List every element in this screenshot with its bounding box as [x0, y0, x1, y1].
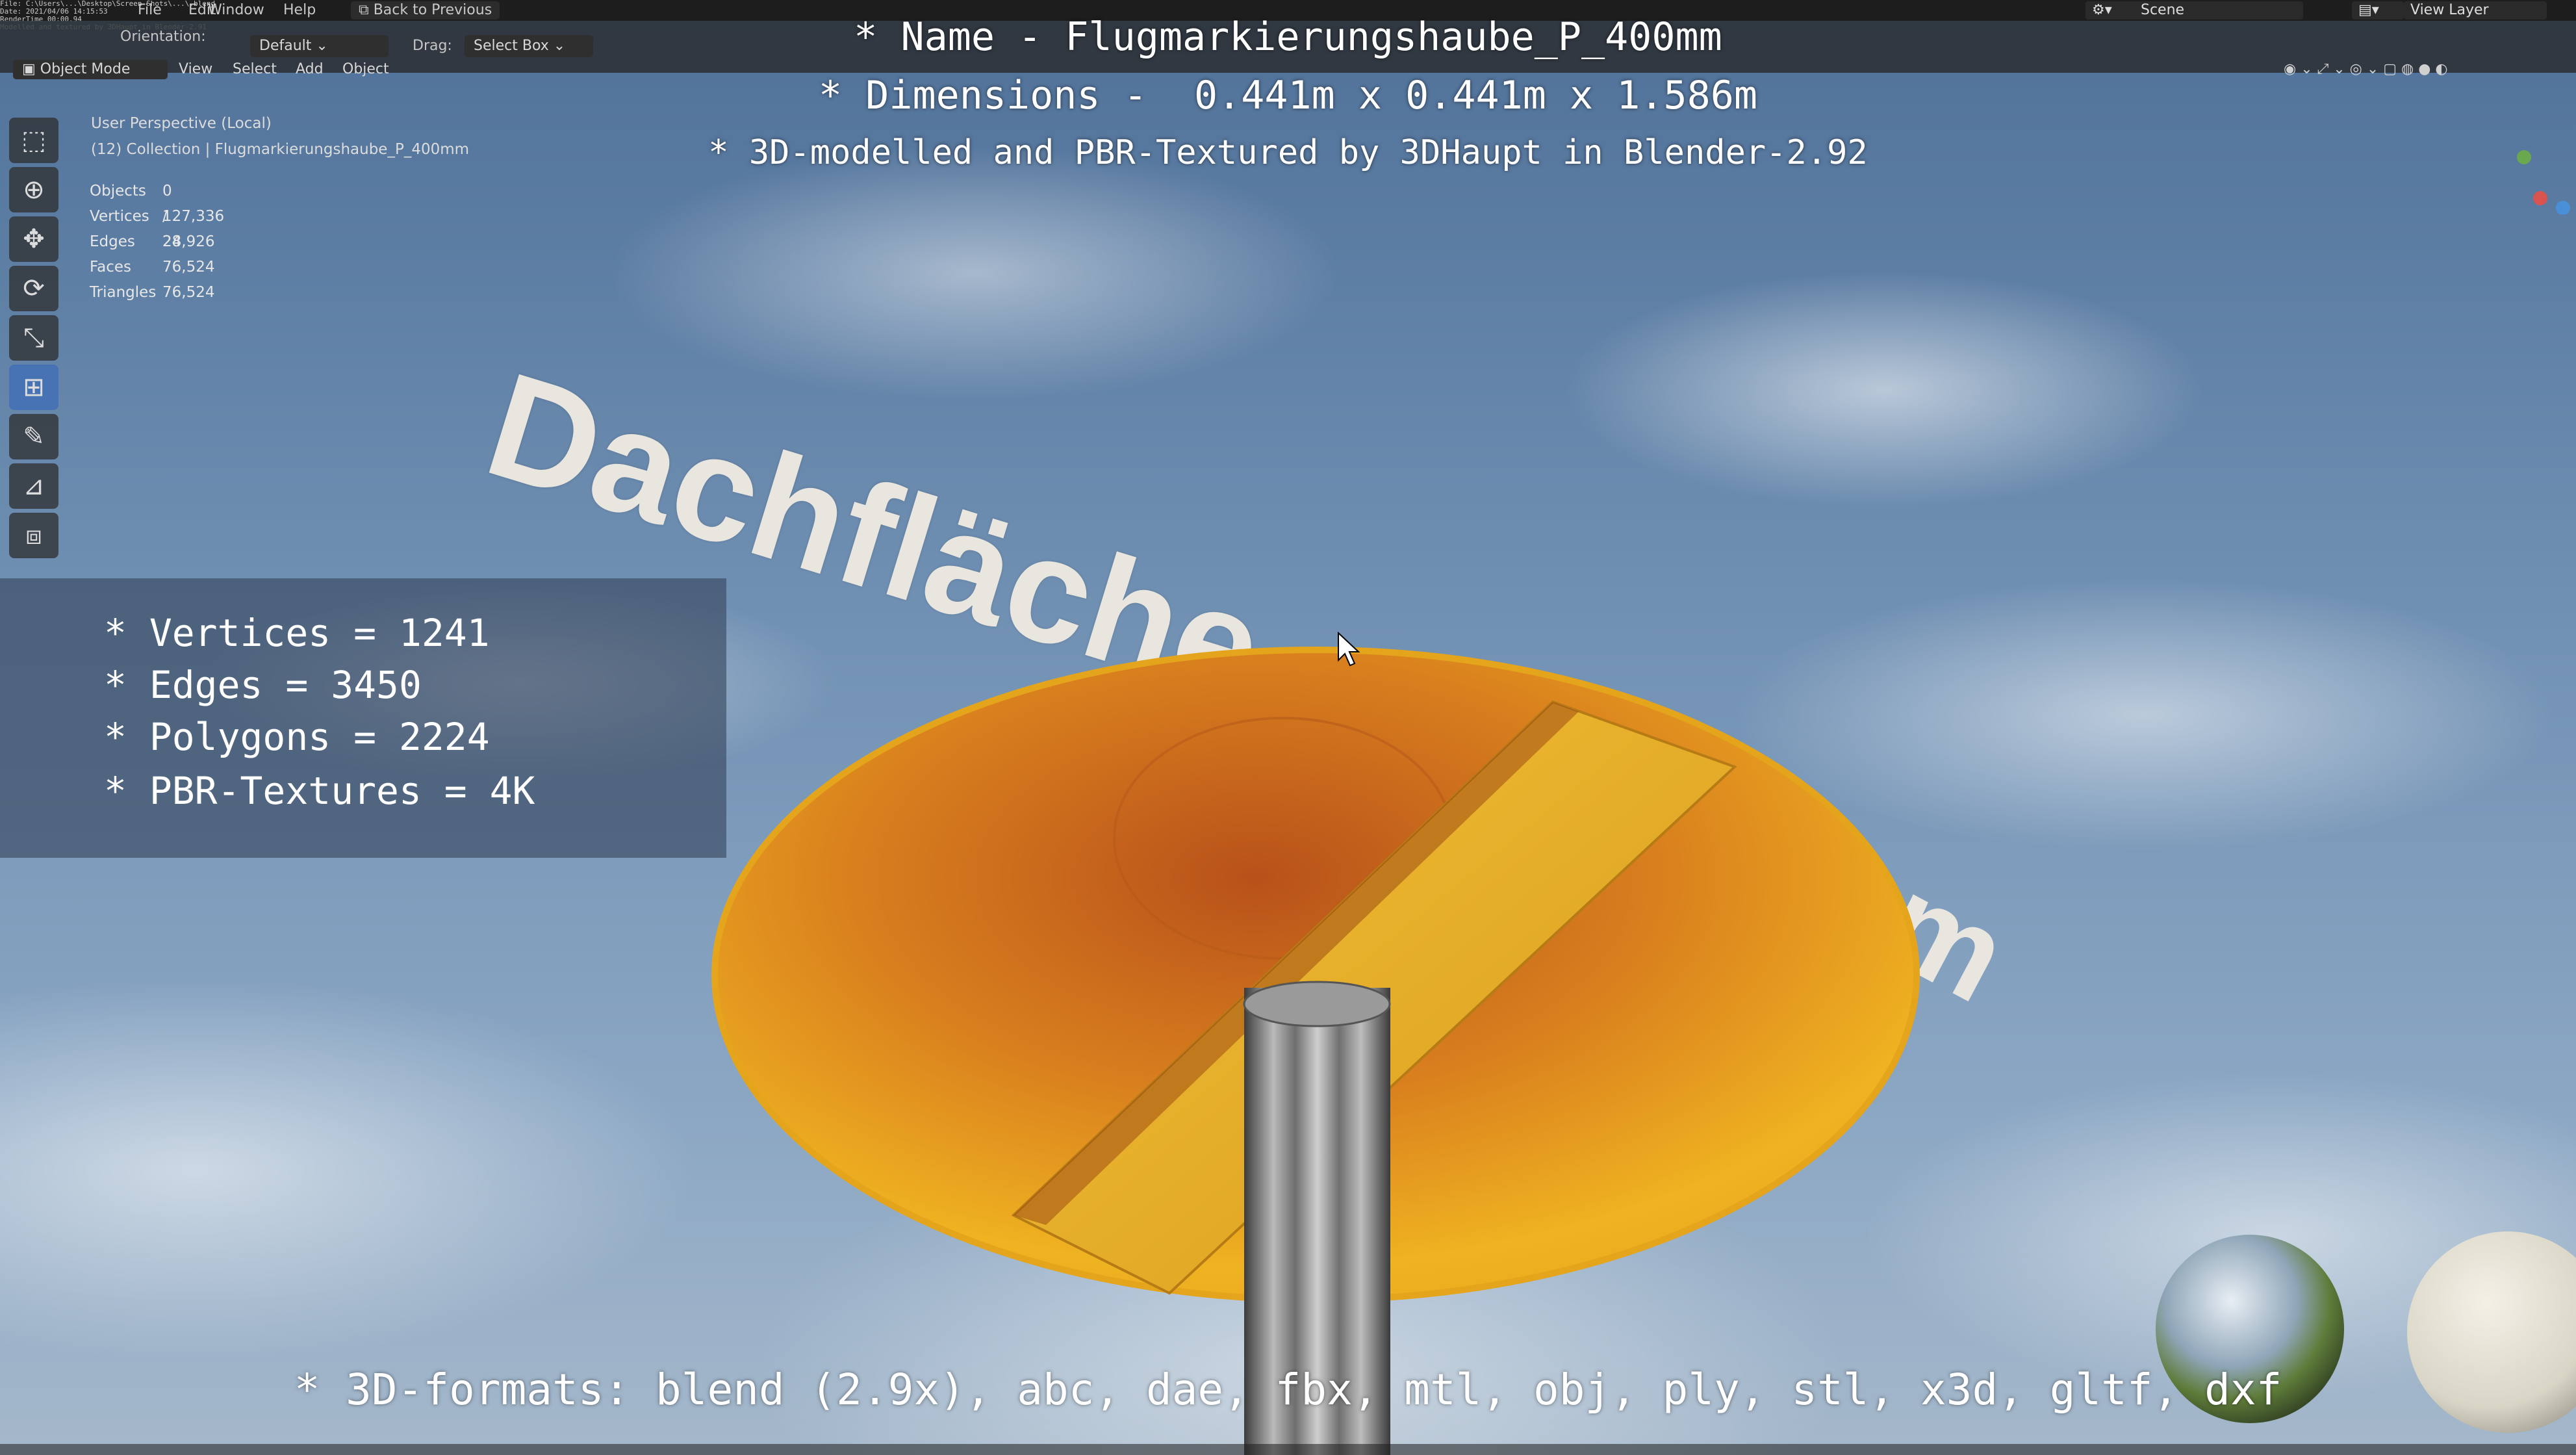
spec-line: * Edges = 3450 — [104, 663, 422, 707]
mouse-cursor-icon — [1338, 632, 1360, 667]
measure-icon[interactable]: ⊿ — [9, 463, 58, 509]
move-icon[interactable]: ✥ — [9, 216, 58, 262]
tool-shelf: ⬚ ⊕ ✥ ⟳ ⤡ ⊞ ✎ ⊿ ⧈ — [9, 114, 68, 562]
scale-icon[interactable]: ⤡ — [9, 315, 58, 361]
formats-line: * 3D-formats: blend (2.9x), abc, dae, fb… — [294, 1365, 2282, 1415]
spec-line: * Vertices = 1241 — [104, 611, 490, 655]
status-bar — [0, 1444, 2576, 1455]
cursor-icon[interactable]: ⊕ — [9, 167, 58, 212]
model-dimensions-title: * Dimensions - 0.441m x 0.441m x 1.586m — [819, 73, 1757, 118]
model-name-title: * Name - Flugmarkierungshaube_P_400mm — [854, 14, 1722, 60]
model-specs-panel: * Vertices = 1241 * Edges = 3450 * Polyg… — [0, 578, 726, 858]
annotate-icon[interactable]: ✎ — [9, 414, 58, 459]
rotate-icon[interactable]: ⟳ — [9, 266, 58, 311]
model-credits-title: * 3D-modelled and PBR-Textured by 3DHaup… — [708, 133, 1868, 172]
spec-line: * PBR-Textures = 4K — [104, 769, 535, 813]
transform-icon[interactable]: ⊞ — [9, 365, 58, 410]
add-cube-icon[interactable]: ⧈ — [9, 513, 58, 558]
spec-line: * Polygons = 2224 — [104, 715, 490, 759]
